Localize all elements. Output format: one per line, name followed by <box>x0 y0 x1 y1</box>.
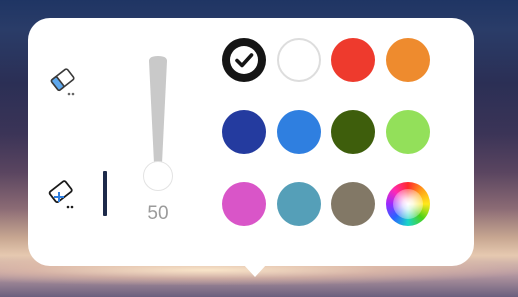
color-swatch[interactable] <box>276 110 321 154</box>
checkmark-icon <box>230 46 258 74</box>
color-swatch[interactable] <box>276 38 321 82</box>
selected-tool-indicator <box>103 171 107 216</box>
color-swatch[interactable] <box>331 182 375 226</box>
color-wheel-icon[interactable] <box>385 182 430 226</box>
color-swatch[interactable] <box>222 38 266 82</box>
color-wheel-center <box>392 189 423 219</box>
color-palette <box>222 38 436 236</box>
color-swatch[interactable] <box>385 110 430 154</box>
color-swatch[interactable] <box>331 38 375 82</box>
eraser-plus-icon[interactable] <box>44 176 78 210</box>
size-slider[interactable] <box>140 54 176 194</box>
color-swatch[interactable] <box>385 38 430 82</box>
color-swatch[interactable] <box>222 110 266 154</box>
popover-caret <box>243 264 267 277</box>
color-swatch[interactable] <box>276 182 321 226</box>
slider-thumb[interactable] <box>143 161 173 191</box>
slider-value-label: 50 <box>147 203 169 224</box>
color-swatch[interactable] <box>331 110 375 154</box>
color-swatch[interactable] <box>222 182 266 226</box>
eraser-icon[interactable] <box>46 64 80 98</box>
